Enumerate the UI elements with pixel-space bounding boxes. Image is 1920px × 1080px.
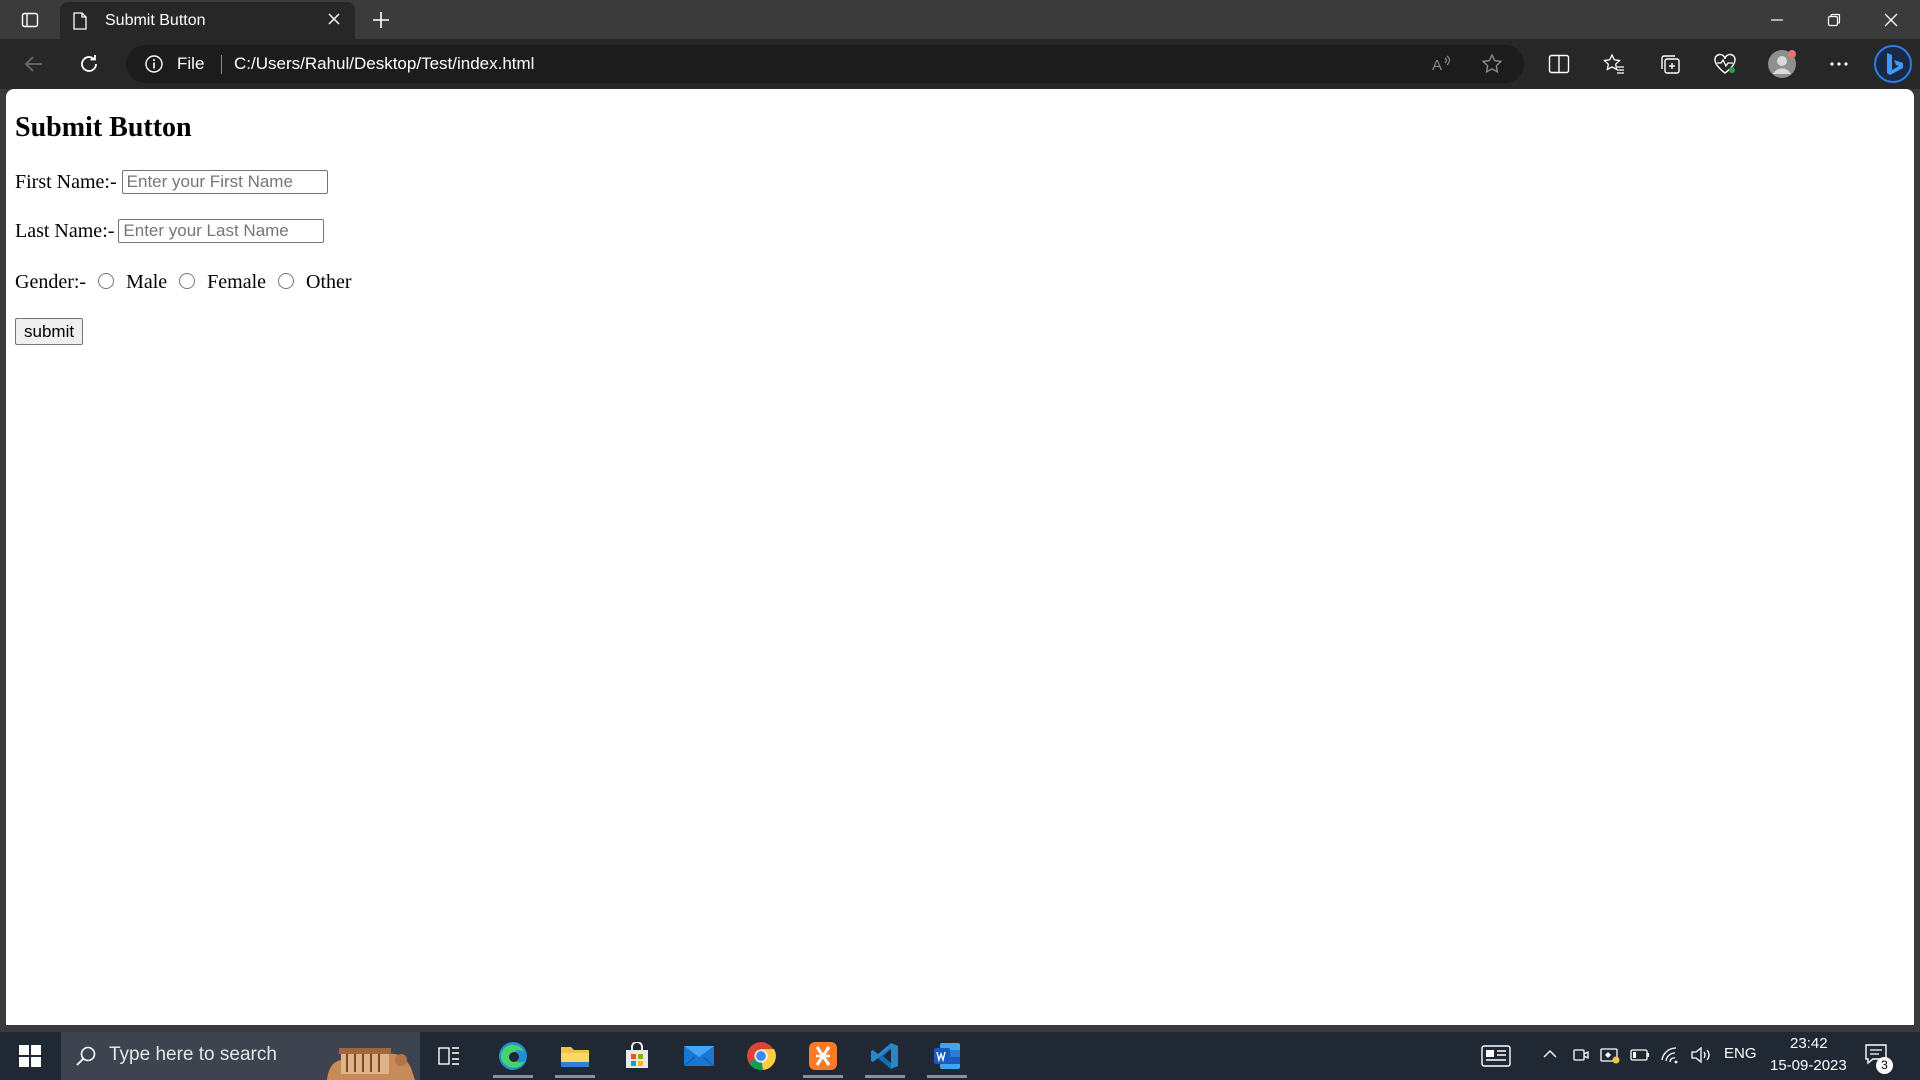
folder-icon — [561, 1047, 589, 1067]
restore-button[interactable] — [1805, 0, 1862, 39]
edge-icon — [499, 1042, 527, 1070]
browser-essentials-button[interactable] — [1707, 48, 1743, 80]
gender-label: Gender:- — [15, 271, 87, 293]
add-favorite-star-icon[interactable] — [1481, 53, 1503, 75]
gender-option-male-label[interactable]: Male — [126, 271, 167, 294]
gender-option-other-label[interactable]: Other — [306, 271, 352, 294]
page-heading: Submit Button — [15, 112, 192, 143]
clock-date[interactable]: 15-09-2023 — [1770, 1057, 1847, 1074]
settings-more-button[interactable] — [1821, 48, 1857, 80]
bing-icon — [1874, 45, 1912, 83]
tab-actions-menu-button[interactable] — [14, 6, 46, 34]
last-name-label: Last Name:- — [15, 219, 115, 242]
first-name-label: First Name:- — [15, 170, 117, 193]
new-tab-button[interactable] — [366, 6, 396, 34]
security-center-icon[interactable] — [1600, 1046, 1620, 1064]
taskbar-word[interactable] — [919, 1032, 975, 1080]
search-icon — [76, 1046, 96, 1066]
close-window-button[interactable] — [1862, 0, 1919, 39]
gender-row: Gender:- Male Female Other — [15, 271, 352, 294]
avatar-icon — [1768, 50, 1796, 78]
show-hidden-icons-chevron-icon[interactable] — [1542, 1046, 1558, 1062]
favorites-button[interactable] — [1596, 48, 1632, 80]
address-bar[interactable]: File C:/Users/Rahul/Desktop/Test/index.h… — [126, 45, 1524, 83]
gender-radio-male[interactable] — [98, 272, 115, 289]
site-scheme-label[interactable]: File — [177, 54, 204, 74]
taskbar-mail[interactable] — [671, 1032, 727, 1080]
refresh-button[interactable] — [71, 48, 107, 80]
taskbar-microsoft-store[interactable] — [609, 1032, 665, 1080]
chrome-icon — [747, 1042, 776, 1071]
battery-icon[interactable] — [1630, 1048, 1650, 1062]
heart-pulse-icon — [1714, 53, 1736, 74]
start-button[interactable] — [0, 1032, 60, 1080]
minimize-button[interactable] — [1748, 0, 1805, 39]
refresh-icon — [81, 55, 97, 72]
split-screen-button[interactable] — [1541, 48, 1577, 80]
taskbar-chrome[interactable] — [733, 1032, 789, 1080]
taskbar-search-box[interactable]: Type here to search — [61, 1032, 420, 1080]
more-dots-icon — [1830, 62, 1848, 66]
back-button[interactable] — [16, 48, 52, 80]
news-widget-icon[interactable] — [1481, 1045, 1511, 1067]
gender-radio-other[interactable] — [278, 272, 295, 289]
clock-time[interactable]: 23:42 — [1790, 1035, 1828, 1052]
submit-button[interactable]: submit — [15, 318, 84, 345]
address-url[interactable]: C:/Users/Rahul/Desktop/Test/index.html — [234, 54, 534, 74]
notification-count-badge: 3 — [1876, 1057, 1893, 1074]
first-name-row: First Name:- — [15, 170, 328, 194]
address-divider — [221, 55, 222, 74]
favorites-icon — [1603, 53, 1624, 74]
taskbar-file-explorer[interactable] — [547, 1032, 603, 1080]
first-name-input[interactable] — [121, 170, 328, 194]
input-language-indicator[interactable]: ENG — [1724, 1045, 1757, 1062]
xampp-icon — [809, 1042, 837, 1070]
task-view-icon — [438, 1047, 459, 1065]
task-view-button[interactable] — [421, 1032, 477, 1080]
store-icon — [626, 1042, 648, 1068]
profile-button[interactable] — [1764, 48, 1800, 80]
read-aloud-icon[interactable]: A — [1431, 53, 1453, 75]
page-content: Submit Button First Name:- Last Name:- G… — [6, 89, 1914, 345]
browser-titlebar: Submit Button — [0, 0, 1920, 39]
collections-icon — [1661, 55, 1680, 74]
search-highlight-illustration-icon[interactable] — [319, 1040, 417, 1080]
restore-icon — [1827, 13, 1840, 26]
word-icon — [934, 1043, 960, 1069]
browser-tab-active[interactable]: Submit Button — [60, 2, 355, 39]
vscode-icon — [871, 1043, 898, 1069]
taskbar-edge[interactable] — [485, 1032, 541, 1080]
page-document-icon — [73, 12, 87, 30]
taskbar-search-placeholder: Type here to search — [109, 1044, 277, 1065]
taskbar-vscode[interactable] — [857, 1032, 913, 1080]
browser-toolbar: File C:/Users/Rahul/Desktop/Test/index.h… — [0, 39, 1920, 89]
meet-now-icon[interactable] — [1572, 1046, 1590, 1064]
wifi-icon[interactable] — [1660, 1046, 1682, 1064]
page-viewport: Submit Button First Name:- Last Name:- G… — [6, 89, 1914, 1025]
tab-actions-icon — [21, 12, 39, 28]
split-screen-icon — [1548, 54, 1570, 74]
gender-radio-female[interactable] — [179, 272, 196, 289]
close-icon — [1884, 13, 1897, 26]
last-name-input[interactable] — [118, 219, 325, 243]
close-tab-icon[interactable] — [326, 11, 342, 27]
last-name-row: Last Name:- — [15, 219, 325, 243]
back-arrow-icon — [24, 56, 42, 72]
bing-copilot-button[interactable] — [1874, 45, 1912, 83]
windows-logo-icon — [19, 1045, 41, 1067]
gender-option-female-label[interactable]: Female — [207, 271, 266, 294]
plus-icon — [373, 12, 389, 28]
minimize-icon — [1770, 18, 1783, 21]
taskbar-xampp[interactable] — [795, 1032, 851, 1080]
collections-button[interactable] — [1652, 48, 1688, 80]
svg-text:A: A — [1432, 57, 1442, 74]
tab-title: Submit Button — [105, 12, 206, 29]
volume-icon[interactable] — [1690, 1046, 1712, 1064]
mail-icon — [683, 1046, 715, 1067]
windows-taskbar: Type here to search ENG 23:42 15-09-2023… — [0, 1032, 1920, 1080]
info-icon[interactable] — [144, 54, 164, 74]
